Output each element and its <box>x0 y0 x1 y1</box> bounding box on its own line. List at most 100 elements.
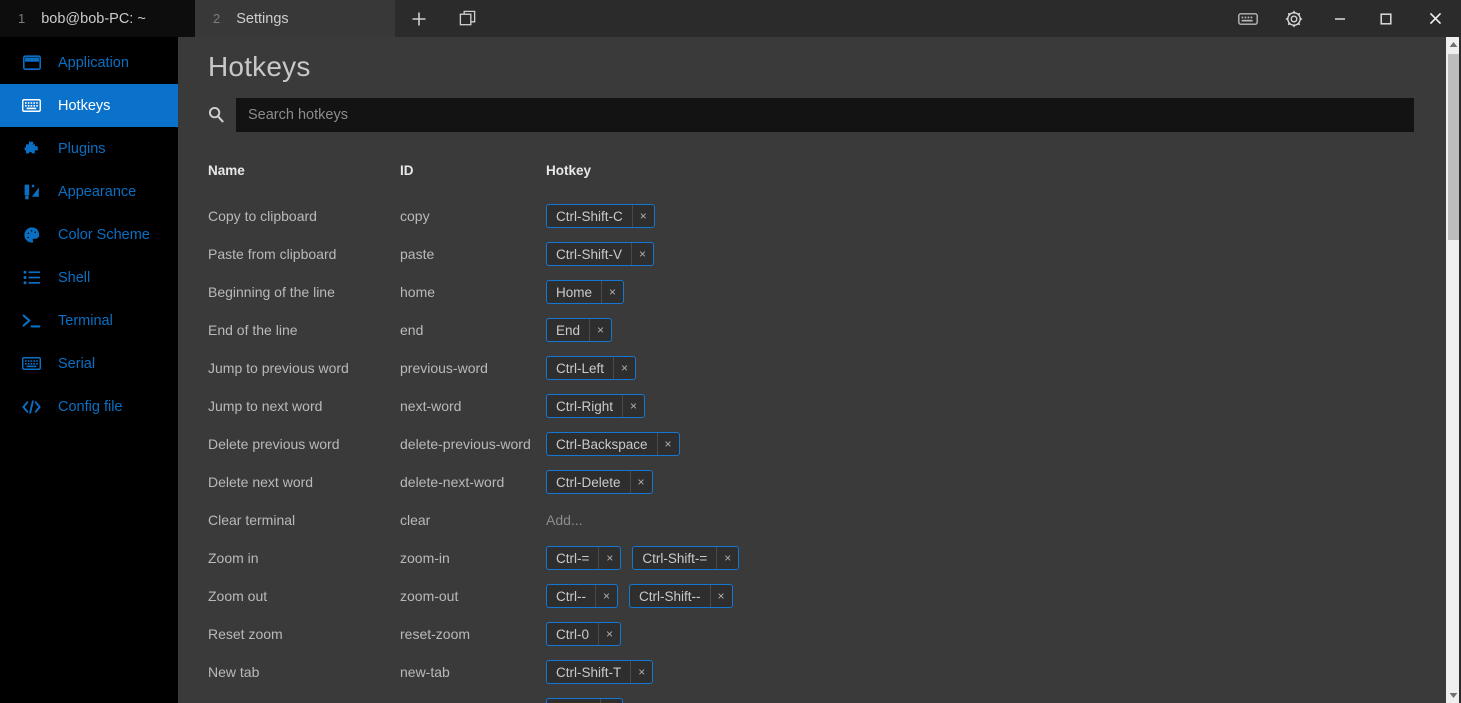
close-button[interactable] <box>1409 0 1461 37</box>
split-panes-icon <box>458 9 477 28</box>
remove-hotkey-button[interactable]: × <box>602 281 623 303</box>
hotkey-id: previous-word <box>400 360 546 376</box>
puzzle-icon <box>22 139 41 158</box>
sidebar-item-label: Hotkeys <box>58 98 110 114</box>
settings-button[interactable] <box>1271 0 1317 37</box>
hotkey-badge[interactable]: Ctrl-Right× <box>546 394 645 418</box>
remove-hotkey-button[interactable]: × <box>633 205 654 227</box>
split-panes-button[interactable] <box>443 0 491 37</box>
hotkey-badge[interactable]: Ctrl-Shift-C× <box>546 204 655 228</box>
hotkey-name: Jump to previous word <box>208 360 400 376</box>
close-icon <box>1428 11 1443 26</box>
hotkey-badge-list: Home× <box>546 280 1414 304</box>
remove-hotkey-button[interactable]: × <box>631 471 652 493</box>
hotkey-badge-list: Add... <box>546 512 1414 528</box>
hotkey-badge[interactable]: Home× <box>546 280 624 304</box>
hotkey-badge[interactable]: Ctrl-=× <box>546 546 621 570</box>
column-header-id: ID <box>400 163 546 178</box>
hotkey-badge-label: Ctrl-Shift-= <box>633 547 717 569</box>
hotkey-badge[interactable]: Ctrl-Delete× <box>546 470 653 494</box>
tab-terminal[interactable]: 1 bob@bob-PC: ~ <box>0 0 195 37</box>
sidebar-item-label: Color Scheme <box>58 227 150 243</box>
remove-hotkey-button[interactable]: × <box>596 585 617 607</box>
hotkey-badge-list: Ctrl-Delete× <box>546 470 1414 494</box>
search-input[interactable] <box>236 98 1414 132</box>
table-row: Jump to previous wordprevious-wordCtrl-L… <box>208 349 1414 387</box>
hotkey-badge-list: Ctrl--×Ctrl-Shift--× <box>546 584 1414 608</box>
sidebar-item-application[interactable]: Application <box>0 41 178 84</box>
sidebar-item-serial[interactable]: Serial <box>0 342 178 385</box>
table-row: Zoom inzoom-inCtrl-=×Ctrl-Shift-=× <box>208 539 1414 577</box>
table-body: Copy to clipboardcopyCtrl-Shift-C× Paste … <box>208 197 1414 703</box>
titlebar-spacer <box>491 0 1225 37</box>
remove-hotkey-button[interactable]: × <box>590 319 611 341</box>
hotkey-id: paste <box>400 246 546 262</box>
gear-icon <box>1284 9 1304 29</box>
remove-hotkey-button[interactable]: × <box>631 661 652 683</box>
hotkey-badge[interactable]: End× <box>546 318 612 342</box>
hotkey-badge-label: Ctrl-0 <box>547 623 599 645</box>
sidebar-item-label: Shell <box>58 270 90 286</box>
keyboard-shortcuts-button[interactable] <box>1225 0 1271 37</box>
hotkey-id: next-word <box>400 398 546 414</box>
remove-hotkey-button[interactable]: × <box>632 243 653 265</box>
remove-hotkey-button[interactable]: × <box>623 395 644 417</box>
minimize-icon <box>1333 12 1347 26</box>
sidebar-item-appearance[interactable]: Appearance <box>0 170 178 213</box>
hotkey-name: Delete next word <box>208 474 400 490</box>
hotkey-id: zoom-out <box>400 588 546 604</box>
remove-hotkey-button[interactable]: × <box>614 357 635 379</box>
maximize-button[interactable] <box>1363 0 1409 37</box>
hotkey-badge[interactable]: Ctrl-Left× <box>546 356 636 380</box>
column-header-hotkey: Hotkey <box>546 163 1414 178</box>
tab-title: bob@bob-PC: ~ <box>41 11 146 27</box>
sidebar-item-plugins[interactable]: Plugins <box>0 127 178 170</box>
hotkey-badge[interactable]: Ctrl-Shift-V× <box>546 242 654 266</box>
table-row: Copy to clipboardcopyCtrl-Shift-C× <box>208 197 1414 235</box>
hotkey-badge-label: Ctrl-= <box>547 547 599 569</box>
hotkey-badge-label: End <box>547 319 590 341</box>
minimize-button[interactable] <box>1317 0 1363 37</box>
table-row: Zoom outzoom-outCtrl--×Ctrl-Shift--× <box>208 577 1414 615</box>
remove-hotkey-button[interactable]: × <box>599 547 620 569</box>
sidebar-item-config-file[interactable]: Config file <box>0 385 178 428</box>
remove-hotkey-button[interactable]: × <box>658 433 679 455</box>
hotkey-id: delete-previous-word <box>400 436 546 452</box>
add-hotkey-placeholder[interactable]: Add... <box>546 512 583 528</box>
scrollbar-thumb[interactable] <box>1448 54 1459 240</box>
new-tab-button[interactable] <box>395 0 443 37</box>
hotkey-badge-list: Ctrl-Shift-C× <box>546 204 1414 228</box>
tab-settings[interactable]: 2 Settings <box>195 0 395 37</box>
sidebar-item-shell[interactable]: Shell <box>0 256 178 299</box>
hotkey-badge-list: Ctrl-Shift-T× <box>546 660 1414 684</box>
sidebar-item-hotkeys[interactable]: Hotkeys <box>0 84 178 127</box>
sidebar-item-terminal[interactable]: Terminal <box>0 299 178 342</box>
sidebar-item-label: Config file <box>58 399 122 415</box>
remove-hotkey-button[interactable]: × <box>599 623 620 645</box>
column-header-name: Name <box>208 163 400 178</box>
hotkey-badge-label: Ctrl-Shift-C <box>547 205 633 227</box>
hotkey-id: home <box>400 284 546 300</box>
hotkey-badge[interactable]: Ctrl-C× <box>546 698 623 703</box>
hotkey-name: Paste from clipboard <box>208 246 400 262</box>
table-row: Jump to next wordnext-wordCtrl-Right× <box>208 387 1414 425</box>
titlebar: 1 bob@bob-PC: ~ 2 Settings <box>0 0 1461 37</box>
remove-hotkey-button[interactable]: × <box>717 547 738 569</box>
hotkey-badge[interactable]: Ctrl-Shift-=× <box>632 546 739 570</box>
table-row: Delete next worddelete-next-wordCtrl-Del… <box>208 463 1414 501</box>
hotkey-badge[interactable]: Ctrl-Shift--× <box>629 584 733 608</box>
hotkey-badge[interactable]: Ctrl--× <box>546 584 618 608</box>
sidebar-item-color-scheme[interactable]: Color Scheme <box>0 213 178 256</box>
table-row: Clear terminalclearAdd... <box>208 501 1414 539</box>
hotkey-badge[interactable]: Ctrl-0× <box>546 622 621 646</box>
hotkey-badge-list: Ctrl-Right× <box>546 394 1414 418</box>
table-row: Delete previous worddelete-previous-word… <box>208 425 1414 463</box>
hotkey-badge-label: Ctrl-- <box>547 585 596 607</box>
vertical-scrollbar[interactable] <box>1446 37 1461 703</box>
table-header-row: Name ID Hotkey <box>208 163 1414 197</box>
remove-hotkey-button[interactable]: × <box>601 699 622 703</box>
hotkey-badge[interactable]: Ctrl-Shift-T× <box>546 660 653 684</box>
hotkey-name: Copy to clipboard <box>208 208 400 224</box>
remove-hotkey-button[interactable]: × <box>711 585 732 607</box>
hotkey-badge[interactable]: Ctrl-Backspace× <box>546 432 680 456</box>
